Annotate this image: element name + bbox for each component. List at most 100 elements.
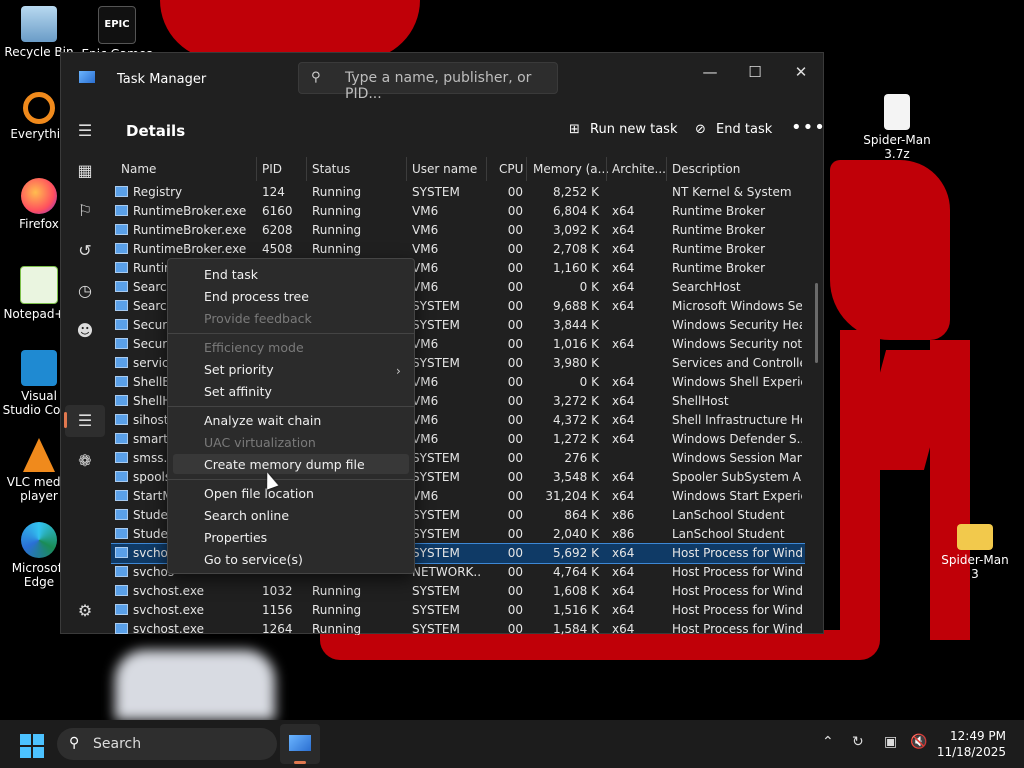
end-task-button[interactable]: ⊘ End task <box>695 122 772 137</box>
cell-desc: Shell Infrastructure Host <box>672 413 802 427</box>
taskbar-search-box[interactable]: ⚲ Search <box>57 728 277 760</box>
settings-gear-icon[interactable]: ⚙ <box>73 599 97 623</box>
process-icon <box>115 243 128 254</box>
menu-item-go-to-service-s[interactable]: Go to service(s) <box>204 552 303 567</box>
cell-mem: 2,040 K <box>552 527 599 541</box>
minimize-button[interactable]: — <box>688 59 732 85</box>
table-row[interactable]: svchost.exe 1032 Running SYSTEM 00 1,608 K x64… <box>111 582 805 601</box>
column-header-pid[interactable]: PID <box>262 162 282 176</box>
more-options-button[interactable]: ••• <box>791 117 826 138</box>
cell-mem: 1,584 K <box>552 622 599 635</box>
wallpaper-shape <box>830 160 950 340</box>
column-header-status[interactable]: Status <box>312 162 350 176</box>
cell-desc: ShellHost <box>672 394 729 408</box>
column-divider[interactable] <box>256 157 257 181</box>
details-icon[interactable]: ☰ <box>73 409 97 433</box>
menu-item-create-memory-dump-file[interactable]: Create memory dump file <box>204 457 365 472</box>
column-divider[interactable] <box>306 157 307 181</box>
users-icon[interactable]: ☻ <box>73 319 97 343</box>
process-icon <box>115 338 128 349</box>
cell-arch: x86 <box>612 508 635 522</box>
services-icon[interactable]: ❁ <box>73 449 97 473</box>
system-clock[interactable]: 12:49 PM 11/18/2025 <box>930 728 1006 760</box>
cell-mem: 3,980 K <box>552 356 599 370</box>
cell-desc: Windows Start Experie... <box>672 489 802 503</box>
menu-item-uac-virtualization: UAC virtualization <box>204 435 316 450</box>
cell-cpu: 00 <box>507 413 523 427</box>
cell-mem: 864 K <box>564 508 599 522</box>
start-button[interactable] <box>20 734 44 758</box>
table-row[interactable]: RuntimeBroker.exe 6208 Running VM6 00 3,092 K… <box>111 221 805 240</box>
table-row[interactable]: RuntimeBroker.exe 6160 Running VM6 00 6,804 K… <box>111 202 805 221</box>
column-divider[interactable] <box>606 157 607 181</box>
firefox-icon <box>21 178 57 214</box>
desktop-icon-epic-games[interactable]: EPIC Epic Games <box>80 6 154 56</box>
column-divider[interactable] <box>526 157 527 181</box>
cell-arch: x64 <box>612 394 635 408</box>
notepadpp-icon <box>20 266 58 304</box>
cell-cpu: 00 <box>507 185 523 199</box>
menu-item-end-process-tree[interactable]: End process tree <box>204 289 309 304</box>
column-divider[interactable] <box>666 157 667 181</box>
cell-arch: x64 <box>612 242 635 256</box>
column-header-name[interactable]: Name <box>121 162 156 176</box>
vertical-scrollbar[interactable] <box>815 283 818 363</box>
volume-muted-icon[interactable]: 🔇 <box>910 734 927 750</box>
menu-item-set-affinity[interactable]: Set affinity <box>204 384 272 399</box>
cell-user: SYSTEM <box>412 470 460 484</box>
cell-name: RuntimeBroker.exe <box>133 204 247 218</box>
column-divider[interactable] <box>406 157 407 181</box>
cell-status: Running <box>312 185 362 199</box>
nav-active-indicator <box>64 412 67 428</box>
cell-arch: x64 <box>612 204 635 218</box>
table-row[interactable]: svchost.exe 1264 Running SYSTEM 00 1,584 K x64… <box>111 620 805 635</box>
menu-item-search-online[interactable]: Search online <box>204 508 289 523</box>
show-hidden-icons-chevron-icon[interactable]: ⌃ <box>822 734 834 750</box>
column-header-memory[interactable]: Memory (a... <box>533 162 609 176</box>
maximize-button[interactable]: ☐ <box>733 59 777 85</box>
desktop-icon-spiderman-archive[interactable]: Spider-Man 3.7z <box>860 94 934 161</box>
hamburger-menu-icon[interactable]: ☰ <box>73 119 97 143</box>
cell-desc: NT Kernel & System <box>672 185 792 199</box>
column-header-user[interactable]: User name <box>412 162 477 176</box>
cell-mem: 4,372 K <box>552 413 599 427</box>
menu-item-provide-feedback: Provide feedback <box>204 311 312 326</box>
table-row[interactable]: svchost.exe 1156 Running SYSTEM 00 1,516 K x64… <box>111 601 805 620</box>
performance-icon[interactable]: ⚐ <box>73 199 97 223</box>
menu-item-analyze-wait-chain[interactable]: Analyze wait chain <box>204 413 321 428</box>
process-icon <box>115 281 128 292</box>
sync-icon[interactable]: ↻ <box>852 734 864 750</box>
cell-pid: 124 <box>262 185 285 199</box>
network-icon[interactable]: ▣ <box>884 734 897 750</box>
run-task-icon: ⊞ <box>569 122 580 137</box>
close-button[interactable]: ✕ <box>779 59 823 85</box>
menu-item-set-priority[interactable]: Set priority <box>204 362 274 377</box>
cell-status: Running <box>312 204 362 218</box>
menu-item-end-task[interactable]: End task <box>204 267 258 282</box>
cell-desc: Host Process for Wind... <box>672 546 802 560</box>
column-divider[interactable] <box>486 157 487 181</box>
table-row[interactable]: Registry 124 Running SYSTEM 00 8,252 K NT Kern… <box>111 183 805 202</box>
desktop-icon-spiderman-folder[interactable]: Spider-Man 3 <box>938 524 1012 581</box>
table-row[interactable]: RuntimeBroker.exe 4508 Running VM6 00 2,708 K… <box>111 240 805 259</box>
column-header-cpu[interactable]: CPU <box>499 162 523 176</box>
menu-item-open-file-location[interactable]: Open file location <box>204 486 314 501</box>
cell-desc: Runtime Broker <box>672 223 766 237</box>
processes-icon[interactable]: ▦ <box>73 159 97 183</box>
menu-separator <box>168 406 414 407</box>
column-header-description[interactable]: Description <box>672 162 740 176</box>
process-search-input[interactable]: ⚲ Type a name, publisher, or PID... <box>298 62 558 102</box>
run-new-task-button[interactable]: ⊞ Run new task <box>569 122 677 137</box>
cell-cpu: 00 <box>507 565 523 579</box>
startup-apps-icon[interactable]: ◷ <box>73 279 97 303</box>
cell-cpu: 00 <box>507 432 523 446</box>
column-header-architecture[interactable]: Archite... <box>612 162 666 176</box>
process-icon <box>115 186 128 197</box>
menu-item-properties[interactable]: Properties <box>204 530 267 545</box>
cell-name: svchost.exe <box>133 603 204 617</box>
title-bar[interactable]: Task Manager ⚲ Type a name, publisher, o… <box>61 53 823 103</box>
taskbar-app-task-manager[interactable] <box>280 724 320 764</box>
task-manager-icon <box>289 735 311 751</box>
app-history-icon[interactable]: ↺ <box>73 239 97 263</box>
search-icon: ⚲ <box>69 735 80 751</box>
